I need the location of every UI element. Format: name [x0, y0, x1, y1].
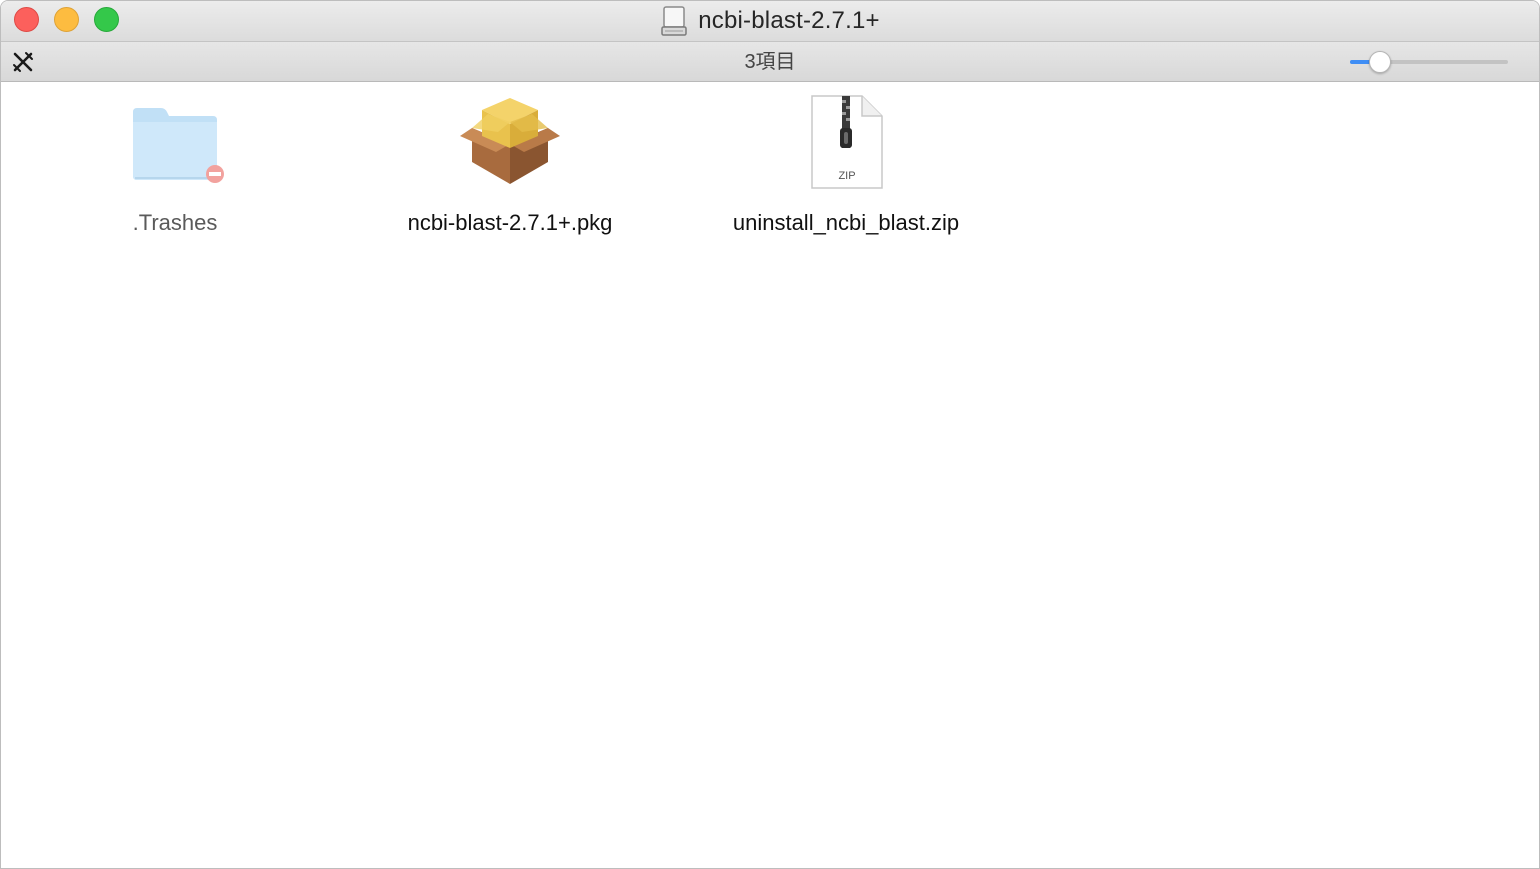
file-name[interactable]: .Trashes [133, 210, 218, 236]
disk-drive-icon[interactable] [660, 6, 688, 36]
folder-no-access-icon[interactable] [125, 92, 225, 192]
zip-badge-label: ZIP [838, 170, 855, 182]
file-name[interactable]: uninstall_ncbi_blast.zip [733, 210, 959, 236]
status-toolbar: 3項目 [1, 42, 1539, 82]
title-bar[interactable]: ncbi-blast-2.7.1+ [1, 1, 1539, 42]
zip-archive-icon[interactable]: ZIP [796, 92, 896, 192]
file-item-zip[interactable]: ZIP uninstall_ncbi_blast.zip [706, 92, 986, 236]
slider-thumb[interactable] [1369, 51, 1392, 73]
file-icon-view[interactable]: .Trashes ncbi-blast-2.7.1+.pkg ZIP unins… [1, 82, 1539, 868]
file-name[interactable]: ncbi-blast-2.7.1+.pkg [408, 210, 613, 236]
window-title-group: ncbi-blast-2.7.1+ [1, 1, 1539, 41]
window-title: ncbi-blast-2.7.1+ [698, 7, 880, 34]
icon-size-slider[interactable] [1350, 51, 1508, 73]
package-icon[interactable] [460, 92, 560, 192]
file-item-pkg[interactable]: ncbi-blast-2.7.1+.pkg [370, 92, 650, 236]
item-count-label: 3項目 [744, 51, 796, 73]
file-item-trashes[interactable]: .Trashes [35, 92, 315, 236]
finder-window: ncbi-blast-2.7.1+ 3項目 .Trashes ncbi-blas… [0, 0, 1540, 869]
